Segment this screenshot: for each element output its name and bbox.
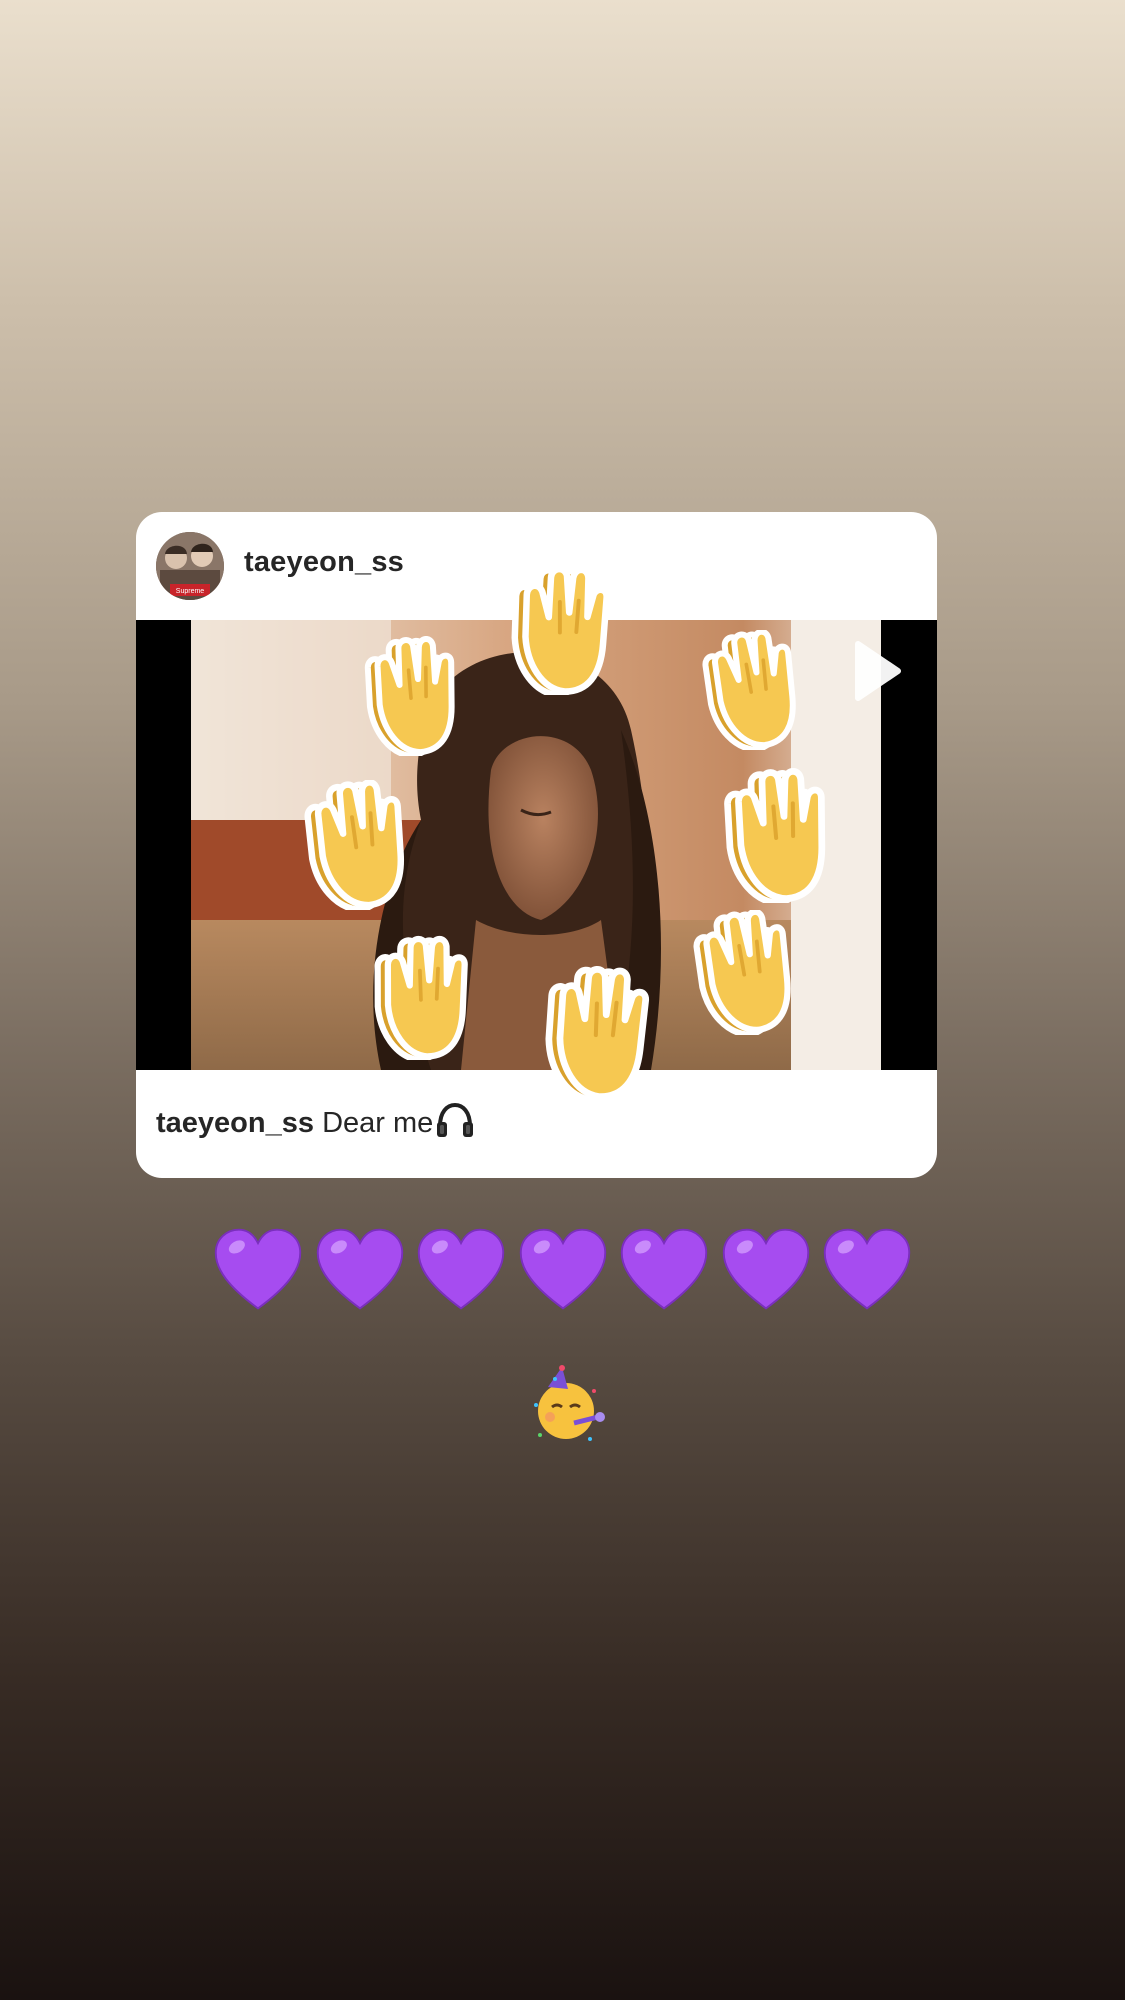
caption-text: Dear me xyxy=(322,1107,434,1139)
purple-heart-icon xyxy=(620,1228,708,1310)
post-caption: taeyeon_ss Dear me xyxy=(156,1102,475,1140)
clapping-hands-icon xyxy=(678,910,808,1035)
clapping-hands-icon xyxy=(484,565,634,695)
partying-face-icon xyxy=(534,1365,605,1441)
purple-heart-icon xyxy=(214,1228,302,1310)
avatar[interactable]: Supreme xyxy=(156,532,224,600)
clapping-hands-icon xyxy=(345,636,475,756)
post-username[interactable]: taeyeon_ss xyxy=(244,546,404,579)
clapping-hands-icon xyxy=(685,630,815,750)
purple-heart-icon xyxy=(722,1228,809,1310)
clapping-hands-icon xyxy=(700,768,850,903)
avatar-image: Supreme xyxy=(156,532,224,600)
purple-hearts-row xyxy=(210,1222,915,1322)
clapping-hands-icon xyxy=(280,780,430,910)
purple-heart-icon xyxy=(519,1228,606,1310)
clapping-hands-icon xyxy=(520,965,670,1100)
purple-heart-icon xyxy=(417,1228,505,1310)
clapping-hands-icon xyxy=(355,935,485,1060)
play-icon[interactable] xyxy=(852,640,902,702)
headphones-icon xyxy=(437,1102,474,1137)
caption-username[interactable]: taeyeon_ss xyxy=(156,1107,314,1139)
purple-heart-icon xyxy=(823,1228,911,1310)
purple-heart-icon xyxy=(316,1228,403,1310)
avatar-badge-text: Supreme xyxy=(176,588,205,595)
